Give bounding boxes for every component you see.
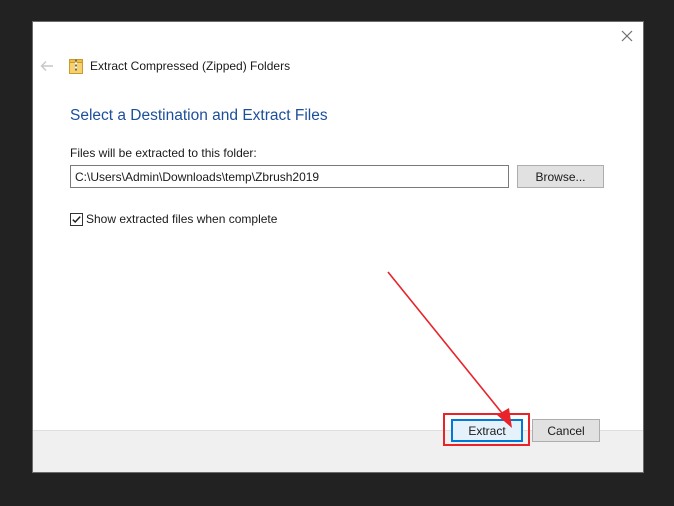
destination-path-input[interactable] <box>70 165 509 188</box>
show-extracted-files-label: Show extracted files when complete <box>86 212 278 226</box>
extract-highlight-box <box>443 413 530 446</box>
back-button[interactable] <box>39 58 55 74</box>
show-extracted-files-option[interactable]: Show extracted files when complete <box>70 212 277 226</box>
destination-label: Files will be extracted to this folder: <box>70 146 257 160</box>
window-title: Extract Compressed (Zipped) Folders <box>90 59 291 73</box>
checkmark-icon <box>72 215 81 223</box>
close-icon <box>621 30 633 42</box>
browse-button[interactable]: Browse... <box>517 165 604 188</box>
close-button[interactable] <box>619 28 635 44</box>
cancel-button[interactable]: Cancel <box>532 419 600 442</box>
zip-folder-icon <box>69 58 83 74</box>
show-extracted-files-checkbox[interactable] <box>70 212 83 226</box>
page-heading: Select a Destination and Extract Files <box>70 107 328 124</box>
back-arrow-icon <box>40 61 53 71</box>
extract-dialog: Extract Compressed (Zipped) Folders Sele… <box>32 21 644 473</box>
